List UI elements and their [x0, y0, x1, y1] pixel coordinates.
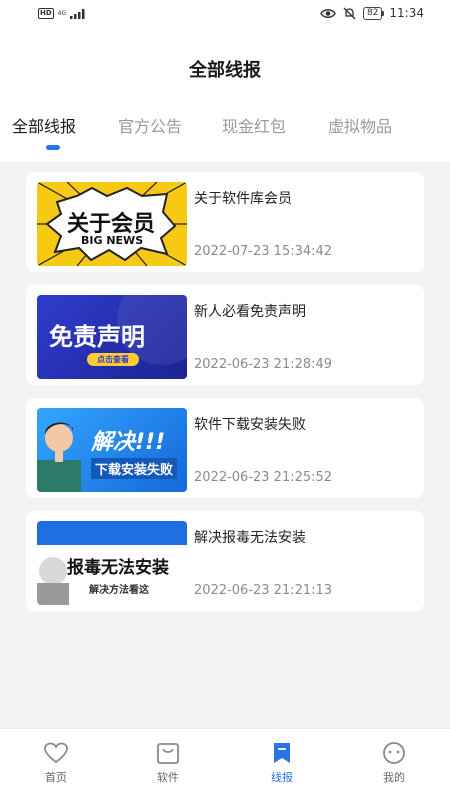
thumb-subline: BIG NEWS: [81, 234, 144, 247]
post-time: 2022-07-23 15:34:42: [194, 244, 333, 259]
post-time: 2022-06-23 21:21:13: [194, 583, 333, 598]
hd-indicator: HD: [38, 8, 54, 19]
page-title: 全部线报: [189, 60, 261, 81]
post-card[interactable]: 报毒无法安装 解决方法看这 解决报毒无法安装 2022-06-23 21:21:…: [26, 511, 424, 611]
tab-all[interactable]: 全部线报: [12, 113, 76, 137]
post-title: 解决报毒无法安装: [194, 530, 306, 546]
post-thumbnail: 免责声明 点击查看: [37, 295, 187, 379]
clock: 11:34: [389, 6, 424, 20]
category-tabs: 全部线报 官方公告 现金红包 虚拟物品: [0, 113, 450, 153]
eye-icon: [320, 8, 336, 18]
header-area: HD 4G 82 11:34 全部线报 全部线报 官方公告 现金红包 虚拟物品: [0, 0, 450, 162]
thumb-subline: 点击查看: [87, 353, 139, 366]
thumb-subline: 解决方法看这: [89, 585, 149, 596]
nav-home[interactable]: 首页: [26, 741, 86, 785]
post-thumbnail: 解决!!! 下载安装失败: [37, 408, 187, 492]
post-title: 关于软件库会员: [194, 191, 292, 207]
heart-icon: [44, 742, 68, 764]
nav-label: 软件: [157, 771, 179, 784]
nav-label: 我的: [383, 771, 405, 784]
nav-label: 线报: [271, 771, 293, 784]
thumb-headline: 解决!!!: [91, 430, 166, 455]
smiley-icon: [383, 742, 405, 764]
tab-official[interactable]: 官方公告: [118, 113, 182, 137]
post-thumbnail: 报毒无法安装 解决方法看这: [37, 521, 187, 605]
bag-icon: [157, 743, 179, 764]
status-bar: HD 4G 82 11:34: [0, 0, 450, 30]
nav-deals[interactable]: 线报: [252, 741, 312, 785]
post-title: 软件下载安装失败: [194, 417, 306, 433]
thumb-headline: 报毒无法安装: [67, 558, 169, 578]
mute-bell-icon: [343, 7, 356, 19]
thumb-subline: 下载安装失败: [91, 458, 178, 479]
nav-software[interactable]: 软件: [138, 741, 198, 785]
bottom-nav: 首页 软件 线报 我的: [0, 728, 450, 800]
post-time: 2022-06-23 21:28:49: [194, 357, 333, 372]
status-right: 82 11:34: [320, 6, 424, 20]
thumb-headline: 免责声明: [49, 323, 145, 351]
signal-icon: [70, 9, 85, 19]
tab-cash-redpacket[interactable]: 现金红包: [222, 113, 286, 137]
tab-indicator: [46, 145, 60, 150]
person-illustration: [37, 422, 81, 492]
bookmark-icon: [274, 743, 290, 763]
nav-profile[interactable]: 我的: [364, 741, 424, 785]
post-title: 新人必看免责声明: [194, 304, 306, 320]
post-thumbnail: 关于会员 BIG NEWS: [37, 182, 187, 266]
battery-indicator: 82: [362, 6, 385, 20]
tab-virtual-goods[interactable]: 虚拟物品: [328, 113, 392, 137]
post-card[interactable]: 解决!!! 下载安装失败 软件下载安装失败 2022-06-23 21:25:5…: [26, 398, 424, 498]
post-card[interactable]: 关于会员 BIG NEWS 关于软件库会员 2022-07-23 15:34:4…: [26, 172, 424, 272]
nav-label: 首页: [45, 771, 67, 784]
post-time: 2022-06-23 21:25:52: [194, 470, 333, 485]
post-card[interactable]: 免责声明 点击查看 新人必看免责声明 2022-06-23 21:28:49: [26, 285, 424, 385]
status-left: HD 4G: [38, 8, 88, 19]
network-label: 4G: [57, 10, 67, 17]
